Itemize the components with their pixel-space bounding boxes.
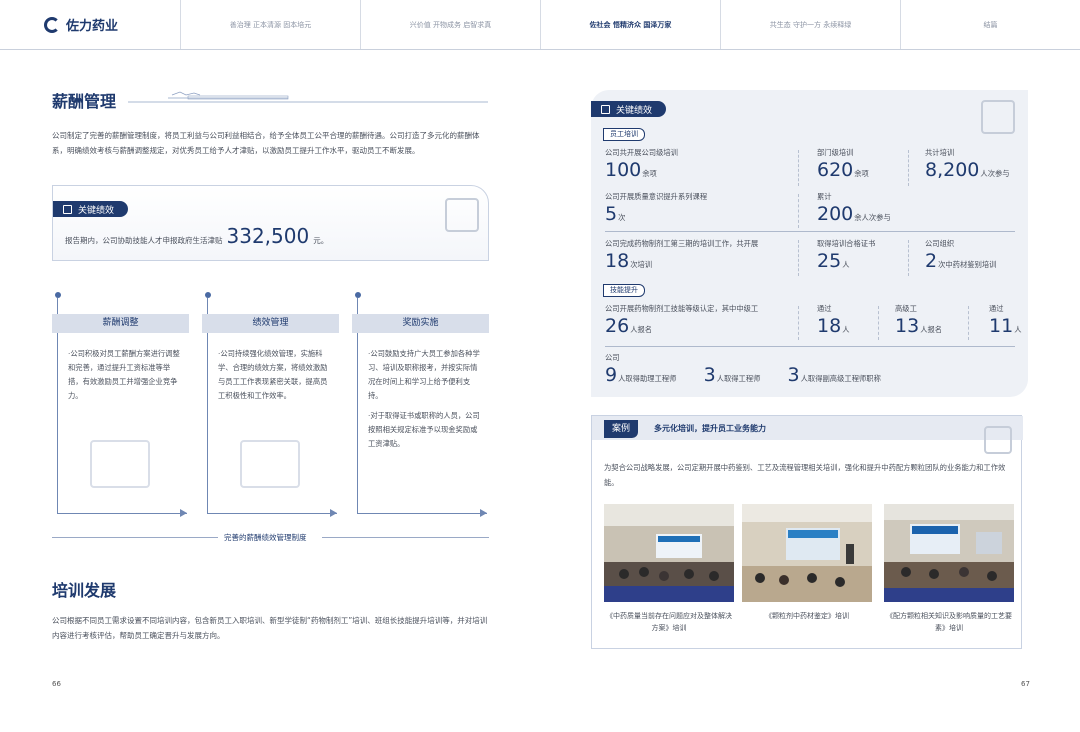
nav-tab-conclusion[interactable]: 结篇 xyxy=(900,0,1080,49)
kp-label: 关键绩效 xyxy=(78,205,115,216)
kp-label: 关键绩效 xyxy=(616,105,653,116)
kp-text: 报告期内，公司协助技能人才申报政府生活津贴 xyxy=(65,236,223,245)
salary-kp-card: 关键绩效 报告期内，公司协助技能人才申报政府生活津贴 332,500 元。 xyxy=(52,185,489,261)
salary-title: 薪酬管理 xyxy=(52,92,117,111)
kp-line: 报告期内，公司协助技能人才申报政府生活津贴 332,500 元。 xyxy=(65,224,328,248)
document-hand-icon xyxy=(445,198,479,232)
case-tag: 案例 xyxy=(604,420,638,438)
chart-icon xyxy=(601,104,610,114)
stat-certified: 取得培训合格证书 25人 xyxy=(817,239,876,272)
decorative-lines xyxy=(128,91,488,103)
top-nav: 佐力药业 善治理 正本清源 固本培元 兴价值 开物成务 启智求真 佐社会 悟精济… xyxy=(0,0,1080,50)
stat-herb-identification: 公司组织 2次中药材鉴别培训 xyxy=(925,239,997,272)
kp-label-pill: 关键绩效 xyxy=(591,101,667,117)
photo-caption-3: 《配方颗粒相关知识及影响质量的工艺要素》培训 xyxy=(886,612,1012,632)
nav-tab-value[interactable]: 兴价值 开物成务 启智求真 xyxy=(360,0,540,49)
column-title: 薪酬调整 xyxy=(52,314,189,333)
document-hand-icon xyxy=(981,100,1015,134)
stat-quality-course: 公司开展质量意识提升系列课程 5次 xyxy=(605,192,708,225)
column-performance: 绩效管理 ·公司持续强化绩效管理，实施科学、合理的绩效方案，将绩效激励与员工工作… xyxy=(202,292,340,517)
pen-paper-icon xyxy=(240,440,300,488)
stat-company-training: 公司共开展公司级培训 100余项 xyxy=(605,148,678,181)
column-title: 绩效管理 xyxy=(202,314,339,333)
pin-dot xyxy=(205,292,211,298)
column-body: ·公司持续强化绩效管理，实施科学、合理的绩效方案，将绩效激励与员工工作表现紧密关… xyxy=(218,349,328,400)
certificate-icon xyxy=(984,426,1012,454)
training-photo-2 xyxy=(742,504,872,602)
kp-label-pill: 关键绩效 xyxy=(53,201,129,217)
pin-dot xyxy=(355,292,361,298)
column-salary-adjust: 薪酬调整 ·公司积极对员工薪酬方案进行调整和完善，通过提升工资标准等举措，有效激… xyxy=(52,292,190,517)
brand-logo[interactable]: 佐力药业 xyxy=(0,0,180,49)
stat-intermediate-signup: 公司开展药物制剂工技能等级认定，其中中级工 26人报名 xyxy=(605,304,759,337)
training-paragraph: 公司根据不同员工需求设置不同培训内容，包含新员工入职培训、新型学徒制“药物制剂工… xyxy=(52,616,488,640)
stat-quality-participants: 累计 200余人次参与 xyxy=(817,192,891,225)
stat-preparation-training: 公司完成药物制剂工第三期的培训工作，共开展 18次培训 xyxy=(605,239,759,272)
arrow-icon xyxy=(330,509,337,517)
brand-name: 佐力药业 xyxy=(66,19,119,34)
column-rewards: 奖励实施 ·公司鼓励支持广大员工参加各种学习、培训及职称报考，并按实际情况在时间… xyxy=(352,292,490,517)
case-description: 为契合公司战略发展，公司定期开展中药鉴别、工艺及流程管理相关培训，强化和提升中药… xyxy=(604,463,1006,487)
case-card: 案例 多元化培训，提升员工业务能力 为契合公司战略发展，公司定期开展中药鉴别、工… xyxy=(591,415,1023,649)
stat-engineer-titles: 公司 9人取得助理工程师 3人取得工程师 3人取得副高级工程师职称 xyxy=(605,353,881,386)
pin-dot xyxy=(55,292,61,298)
computer-icon xyxy=(90,440,150,488)
columns-caption: 完善的薪酬绩效管理制度 xyxy=(224,533,307,542)
nav-tab-ecology[interactable]: 共生态 守护一方 永续释绿 xyxy=(720,0,900,49)
training-kp-panel: 关键绩效 员工培训 公司共开展公司级培训 100余项 部门级培训 620余项 共… xyxy=(591,90,1028,397)
nav-tab-governance[interactable]: 善治理 正本清源 固本培元 xyxy=(180,0,360,49)
salary-paragraph: 公司制定了完善的薪酬管理制度，将员工利益与公司利益相结合，给予全体员工公平合理的… xyxy=(52,131,480,155)
column-title: 奖励实施 xyxy=(352,314,489,333)
sub-label-skills: 技能提升 xyxy=(603,284,645,297)
column-body: ·公司鼓励支持广大员工参加各种学习、培训及职称报考，并按实际情况在时间上和学习上… xyxy=(368,349,480,448)
training-title: 培训发展 xyxy=(52,581,117,600)
kp-value: 332,500 xyxy=(226,224,310,248)
nav-tab-society[interactable]: 佐社会 悟精济众 国泽万家 xyxy=(540,0,720,49)
brand-logo-icon xyxy=(44,16,60,33)
column-body: ·公司积极对员工薪酬方案进行调整和完善，通过提升工资标准等举措，有效激励员工并增… xyxy=(68,349,180,400)
arrow-icon xyxy=(180,509,187,517)
page-number-left: 66 xyxy=(52,680,61,688)
stat-dept-training: 部门级培训 620余项 xyxy=(817,148,869,181)
chart-icon xyxy=(63,204,72,214)
photo-caption-1: 《中药质量当前存在问题应对及整体解决方案》培训 xyxy=(606,612,732,632)
stat-total-training: 共计培训 8,200人次参与 xyxy=(925,148,1010,181)
photo-caption-2: 《颗粒剂中药材鉴定》培训 xyxy=(765,612,849,620)
sub-label-training: 员工培训 xyxy=(603,128,645,141)
training-photo-1 xyxy=(604,504,734,602)
case-title: 多元化培训，提升员工业务能力 xyxy=(654,424,766,433)
stat-intermediate-passed: 通过 18人 xyxy=(817,304,850,337)
page-number-right: 67 xyxy=(1021,680,1030,688)
stat-senior-signup: 高级工 13人报名 xyxy=(895,304,943,337)
stat-senior-passed: 通过 11人 xyxy=(989,304,1022,337)
kp-unit: 元。 xyxy=(313,236,329,245)
training-photo-3 xyxy=(884,504,1014,602)
arrow-icon xyxy=(480,509,487,517)
